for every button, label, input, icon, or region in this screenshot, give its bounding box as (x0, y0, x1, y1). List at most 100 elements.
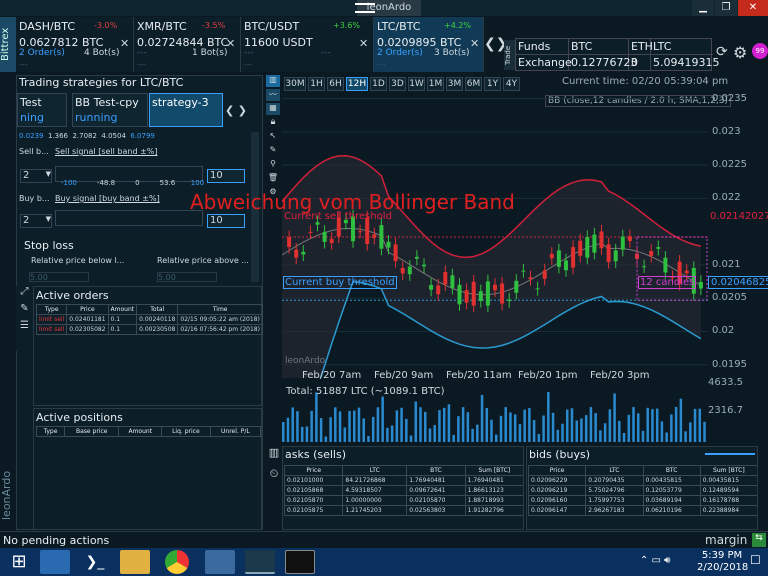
volume-bar (504, 407, 507, 442)
leonardo-app-icon[interactable] (245, 550, 275, 574)
chart-icon[interactable]: ▦ (266, 103, 280, 115)
table-row[interactable]: limit sell 0.02401181 0.1 0.00240118 02/15 0… (35, 314, 263, 325)
buy-value-input[interactable]: 10 (207, 214, 245, 228)
strategy-tab-bb-test-cpy[interactable]: BB Test-cpy running (72, 93, 148, 127)
scroll-tickers-icon[interactable]: ❮❯ (484, 17, 507, 72)
candle-body (471, 281, 476, 306)
candle-body (649, 251, 654, 256)
strategy-tab-strategy-3[interactable]: strategy-3 (149, 93, 223, 127)
cell: 0.02105875 (283, 505, 344, 516)
table-row[interactable]: 0.02096147 2.96267183 0.06210196 0.22388984 (527, 505, 757, 516)
server-manager-icon[interactable] (40, 550, 70, 574)
timeframe-4y[interactable]: 4Y (503, 77, 520, 91)
table-row[interactable]: 0.02096229 0.20790435 0.00435815 0.00435815 (527, 475, 757, 486)
action-center-icon[interactable]: ☐ (750, 553, 761, 567)
timeframe-3m[interactable]: 3M (446, 77, 463, 91)
cell: 0.02401181 (66, 314, 109, 325)
table-row[interactable]: 0.02105868 4.59318507 0.09672641 1.86613123 (283, 485, 523, 496)
tick-label: 100 (190, 179, 205, 187)
close-icon[interactable]: ✕ (359, 37, 368, 50)
timeframe-6m[interactable]: 6M (465, 77, 482, 91)
maximize-button[interactable]: ❐ (715, 0, 737, 16)
powershell-icon[interactable]: ❯_ (80, 550, 110, 574)
table-row[interactable]: 0.02096219 5.75024796 0.12053779 0.12489594 (527, 485, 757, 496)
timeframe-1m[interactable]: 1M (427, 77, 444, 91)
table-row[interactable]: 0.02096160 1.75997753 0.03689194 0.16178788 (527, 495, 757, 506)
terminal-icon[interactable] (285, 550, 315, 574)
clock-date[interactable]: 2/20/2018 (697, 562, 748, 573)
timeframe-1h[interactable]: 1H (308, 77, 325, 91)
sell-count-select[interactable]: 2 ▼ (20, 169, 52, 183)
buy-slider[interactable] (55, 210, 203, 226)
candle-body (578, 240, 583, 256)
funds-cell: 5.09419315 (653, 56, 720, 69)
table-row[interactable]: 0.02101000 84.21726868 1.76940481 1.7694048… (283, 475, 523, 486)
timeframe-30m[interactable]: 30M (284, 77, 306, 91)
chart-type-icon[interactable]: ▥ (266, 75, 280, 87)
strategy-tab-test[interactable]: Test ning (17, 93, 67, 127)
close-icon[interactable]: ✕ (470, 37, 479, 50)
depth-slider[interactable] (705, 453, 755, 455)
book-icon[interactable]: ▥ (266, 446, 282, 459)
history-icon[interactable]: ⏲ (266, 467, 282, 481)
notification-icon[interactable]: 99 (752, 43, 768, 59)
tab-status: ning (20, 111, 44, 124)
folder-icon[interactable] (120, 550, 150, 574)
close-button[interactable]: ✕ (738, 0, 768, 16)
close-icon[interactable]: ✕ (226, 37, 235, 50)
table-header: Type Price Amount Total Time (35, 304, 263, 315)
edit-icon[interactable]: ✎ (16, 303, 33, 314)
buy-price-tag: 0.02046825 (708, 276, 768, 289)
minimize-button[interactable]: ▁ (692, 0, 714, 16)
table-row[interactable]: 0.02105870 1.00000000 0.02105870 1.88718993 (283, 495, 523, 506)
sell-value-input[interactable]: 10 (207, 169, 245, 183)
candle-body (585, 237, 590, 258)
volume-bar (353, 410, 356, 442)
volume-bar (371, 416, 375, 442)
chrome-icon[interactable] (165, 550, 189, 574)
pin-icon[interactable]: ⚲ (266, 159, 280, 171)
tabs-scroll-icon[interactable]: ❮ ❯ (225, 104, 247, 117)
tab-name: Test (20, 96, 42, 109)
ticker-btc-usdt[interactable]: BTC/USDT +3.6% 11600 USDT --- --- ✕ --- (241, 17, 374, 72)
ticker-pair: DASH/BTC (19, 20, 76, 33)
windows-start-icon[interactable]: ⊞ (4, 550, 34, 574)
buy-count-select[interactable]: 2 ▼ (20, 214, 52, 228)
ticker-ltc-btc[interactable]: LTC/BTC +4.2% 0.0209895 BTC 2 Order(s) 3… (374, 17, 484, 72)
cursor-icon[interactable]: ↖ (266, 131, 280, 143)
stop-above-input[interactable]: 5.00 (157, 272, 217, 282)
ticker-xmr-btc[interactable]: XMR/BTC -3.5% 0.02724844 BTC --- 1 Bot(s… (134, 17, 241, 72)
menu-icon[interactable] (355, 3, 375, 13)
ticker-dash-btc[interactable]: DASH/BTC -3.0% 0.0627812 BTC 2 Order(s) … (16, 17, 134, 72)
timeframe-1y[interactable]: 1Y (484, 77, 501, 91)
timeframe-1w[interactable]: 1W (408, 77, 425, 91)
table-row[interactable]: limit sell 0.02305082 0.1 0.00230508 02/16 0… (35, 324, 263, 335)
refresh-icon[interactable]: ⟳ (716, 44, 728, 60)
volume-bar (334, 407, 337, 442)
exchange-tab[interactable]: Bittrex (0, 17, 16, 72)
price-chart[interactable] (282, 92, 708, 378)
volume-bar (580, 418, 583, 442)
expand-icon[interactable]: ⤢ (16, 286, 33, 297)
timeframe-3d[interactable]: 3D (389, 77, 406, 91)
list-icon[interactable]: ☰ (16, 320, 33, 331)
timeframe-1d[interactable]: 1D (370, 77, 387, 91)
gear-icon[interactable]: ⚙ (733, 43, 747, 62)
python-icon[interactable] (205, 550, 235, 574)
trash-icon[interactable]: 🗑︎ (266, 173, 280, 185)
lock-icon[interactable]: 🔒︎ (266, 117, 280, 129)
timeframe-12h[interactable]: 12H (346, 77, 368, 91)
link-icon[interactable]: ⇆ (752, 533, 766, 547)
pen-icon[interactable]: ✎ (266, 145, 280, 157)
col: Amount (118, 426, 163, 437)
clock-time[interactable]: 5:39 PM (697, 550, 747, 561)
table-row[interactable]: 0.02105875 1.21745203 0.02563803 1.91282796 (283, 505, 523, 516)
line-icon[interactable]: 〰 (266, 89, 280, 101)
volume-bar (679, 398, 683, 442)
timeframe-6h[interactable]: 6H (327, 77, 344, 91)
stop-below-input[interactable]: 5.00 (29, 272, 89, 282)
cell: 0.02096147 (527, 505, 587, 516)
volume-bar (476, 424, 479, 442)
close-icon[interactable]: ✕ (120, 37, 129, 50)
tray-icons[interactable]: ⌃ ▭ 🔊︎ (640, 555, 671, 566)
